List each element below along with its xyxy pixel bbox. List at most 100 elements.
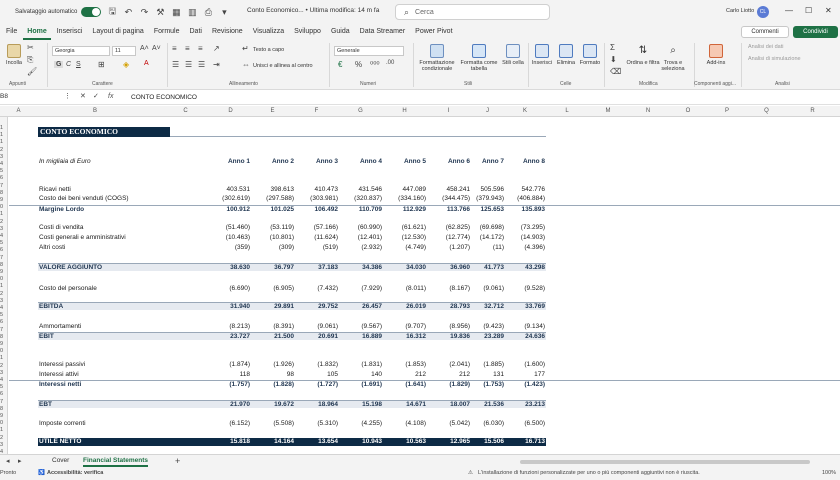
- currency-icon[interactable]: €: [338, 60, 342, 69]
- year-header[interactable]: Anno 7: [460, 158, 504, 165]
- wrap-text-button[interactable]: Testo a capo: [253, 47, 284, 53]
- maximize-icon[interactable]: ☐: [805, 6, 812, 15]
- table-cell[interactable]: 177: [501, 371, 545, 378]
- column-header-d[interactable]: D: [211, 108, 250, 114]
- table-cell[interactable]: (1.641): [382, 381, 426, 388]
- avatar[interactable]: CL: [757, 6, 769, 18]
- row-label[interactable]: Interessi attivi: [39, 371, 79, 378]
- format-painter-icon[interactable]: 🖌: [27, 67, 37, 76]
- decimals-icon[interactable]: .00: [386, 60, 394, 66]
- table-cell[interactable]: 15.818: [206, 438, 250, 445]
- row-header[interactable]: 8: [0, 406, 7, 412]
- table-cell[interactable]: 29.752: [294, 303, 338, 310]
- row-label[interactable]: EBITDA: [39, 303, 63, 310]
- add-sheet-icon[interactable]: +: [175, 456, 180, 466]
- table-cell[interactable]: 41.773: [460, 264, 504, 271]
- zoom-level[interactable]: 100%: [822, 470, 836, 476]
- conditional-format-button[interactable]: Formattazione condizionale: [416, 44, 458, 72]
- row-label[interactable]: EBT: [39, 401, 52, 408]
- analyze-data-button[interactable]: Analisi dei dati: [748, 44, 783, 50]
- table-cell[interactable]: 37.183: [294, 264, 338, 271]
- row-label[interactable]: Ammortamenti: [39, 323, 81, 330]
- next-sheet-icon[interactable]: ▸: [18, 457, 22, 465]
- row-header[interactable]: 4: [0, 305, 7, 311]
- table-cell[interactable]: (1.926): [250, 361, 294, 368]
- table-cell[interactable]: 140: [338, 371, 382, 378]
- table-cell[interactable]: 18.964: [294, 401, 338, 408]
- tab-layout-di-pagina[interactable]: Layout di pagina: [88, 24, 147, 40]
- row-label[interactable]: Costi generali e amministrativi: [39, 234, 126, 241]
- table-cell[interactable]: (9.567): [338, 323, 382, 330]
- table-cell[interactable]: (6.152): [206, 420, 250, 427]
- row-header[interactable]: 6: [0, 247, 7, 253]
- table-cell[interactable]: 410.473: [294, 186, 339, 193]
- search-input[interactable]: ⌕ Cerca: [395, 4, 550, 20]
- name-box-dropdown-icon[interactable]: ⋮: [64, 92, 71, 100]
- table-cell[interactable]: (320.837): [338, 195, 382, 202]
- accessibility-icon[interactable]: ♿: [38, 470, 45, 476]
- row-header[interactable]: 1: [0, 139, 7, 145]
- table-cell[interactable]: 26.019: [382, 303, 426, 310]
- table-cell[interactable]: (10.463): [206, 234, 250, 241]
- sheet-tab-cover[interactable]: Cover: [52, 457, 69, 464]
- table-cell[interactable]: (2.932): [338, 244, 382, 251]
- table-cell[interactable]: 38.630: [206, 264, 250, 271]
- table-cell[interactable]: 135.893: [501, 206, 546, 213]
- row-label[interactable]: Interessi netti: [39, 381, 81, 388]
- row-label[interactable]: Costo dei beni venduti (COGS): [39, 195, 129, 202]
- row-header[interactable]: 3: [0, 370, 7, 376]
- align-center-icon[interactable]: ☰: [185, 60, 192, 69]
- table-cell[interactable]: 23.727: [206, 333, 250, 340]
- chart-icon[interactable]: ▥: [187, 7, 197, 18]
- function-icon[interactable]: fx: [108, 93, 113, 100]
- tab-revisione[interactable]: Revisione: [208, 24, 247, 40]
- table-cell[interactable]: (9.707): [382, 323, 426, 330]
- table-cell[interactable]: (7.432): [294, 285, 338, 292]
- table-cell[interactable]: 32.712: [460, 303, 504, 310]
- table-cell[interactable]: (60.990): [338, 224, 382, 231]
- table-cell[interactable]: 13.654: [294, 438, 338, 445]
- table-cell[interactable]: (303.981): [294, 195, 338, 202]
- row-header[interactable]: 3: [0, 298, 7, 304]
- sort-filter-button[interactable]: ⇅ Ordina e filtra: [626, 44, 660, 66]
- table-cell[interactable]: (6.500): [501, 420, 545, 427]
- table-cell[interactable]: 16.889: [338, 333, 382, 340]
- table-cell[interactable]: (14.172): [460, 234, 504, 241]
- table-cell[interactable]: (1.874): [206, 361, 250, 368]
- table-cell[interactable]: (6.905): [250, 285, 294, 292]
- row-label[interactable]: Margine Lordo: [39, 206, 84, 213]
- table-cell[interactable]: (53.119): [250, 224, 294, 231]
- cell-styles-button[interactable]: Stili cella: [502, 44, 524, 66]
- table-cell[interactable]: (10.801): [250, 234, 294, 241]
- column-header-f[interactable]: F: [295, 108, 338, 114]
- horizontal-scrollbar[interactable]: [520, 460, 810, 464]
- year-header[interactable]: Anno 2: [250, 158, 294, 165]
- row-header[interactable]: 6: [0, 391, 7, 397]
- table-cell[interactable]: (1.727): [294, 381, 338, 388]
- print-icon[interactable]: ⎙: [203, 7, 213, 18]
- name-box[interactable]: B8: [0, 93, 8, 100]
- table-cell[interactable]: (334.160): [382, 195, 426, 202]
- merge-icon[interactable]: ⇔: [242, 60, 250, 69]
- table-cell[interactable]: 33.769: [501, 303, 545, 310]
- italic-icon[interactable]: C: [66, 61, 71, 68]
- row-header[interactable]: 5: [0, 168, 7, 174]
- what-if-button[interactable]: Analisi di simulazione: [748, 56, 801, 62]
- column-header-j[interactable]: J: [471, 108, 504, 114]
- column-header-k[interactable]: K: [505, 108, 545, 114]
- table-cell[interactable]: (359): [206, 244, 250, 251]
- table-cell[interactable]: (9.528): [501, 285, 545, 292]
- table-cell[interactable]: 98: [250, 371, 294, 378]
- row-header[interactable]: 5: [0, 384, 7, 390]
- row-label[interactable]: Costi di vendita: [39, 224, 83, 231]
- row-header[interactable]: 1: [0, 125, 7, 131]
- table-cell[interactable]: 100.912: [206, 206, 251, 213]
- tab-sviluppo[interactable]: Sviluppo: [290, 24, 325, 40]
- row-label[interactable]: Imposte correnti: [39, 420, 86, 427]
- table-cell[interactable]: 23.289: [460, 333, 504, 340]
- table-cell[interactable]: 16.312: [382, 333, 426, 340]
- table-cell[interactable]: (8.011): [382, 285, 426, 292]
- bold-icon[interactable]: G: [54, 61, 64, 68]
- row-header[interactable]: 2: [0, 219, 7, 225]
- table-cell[interactable]: (1.853): [382, 361, 426, 368]
